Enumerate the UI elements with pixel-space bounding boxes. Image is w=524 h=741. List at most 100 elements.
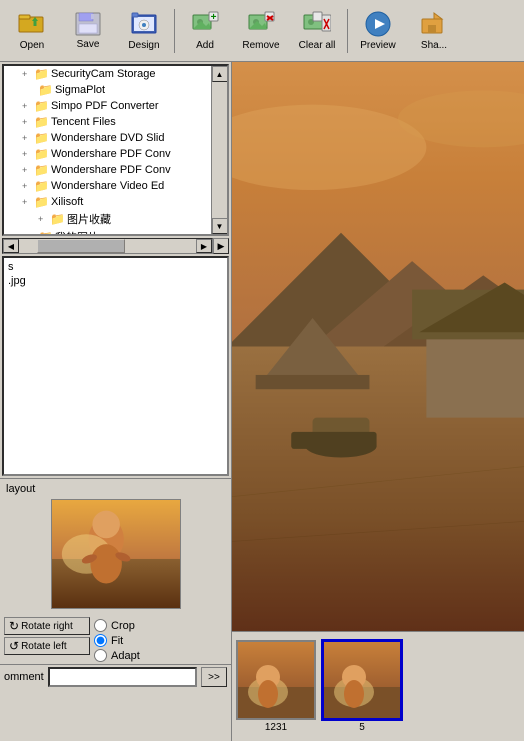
rotate-left-button[interactable]: ↺ Rotate left bbox=[4, 637, 90, 655]
fit-radio[interactable] bbox=[94, 634, 107, 647]
add-label: Add bbox=[196, 40, 214, 51]
expand-icon: + bbox=[22, 101, 34, 111]
share-icon bbox=[420, 11, 448, 40]
tree-hscroll[interactable]: ◀ ▶ bbox=[2, 238, 213, 254]
radio-adapt[interactable]: Adapt bbox=[94, 649, 140, 662]
share-button[interactable]: Sha... bbox=[406, 3, 462, 59]
remove-button[interactable]: Remove bbox=[233, 3, 289, 59]
tree-item-xilisoft[interactable]: + 📁 Xilisoft bbox=[4, 194, 211, 210]
expand-icon: + bbox=[22, 149, 34, 159]
tree-label: Wondershare DVD Slid bbox=[51, 132, 165, 144]
left-panel: + 📁 SecurityCam Storage 📁 SigmaPlot + 📁 … bbox=[0, 62, 232, 741]
layout-section: layout bbox=[0, 478, 231, 615]
tree-label: Wondershare PDF Conv bbox=[51, 148, 171, 160]
hscroll-thumb[interactable] bbox=[37, 239, 126, 253]
hscroll-right-btn[interactable]: ▶ bbox=[196, 239, 212, 253]
hscroll-track bbox=[19, 239, 196, 253]
vscroll-thumb[interactable] bbox=[212, 82, 228, 218]
hscroll-left-btn[interactable]: ◀ bbox=[3, 239, 19, 253]
svg-text:+: + bbox=[211, 12, 217, 23]
folder-icon: 📁 bbox=[50, 212, 65, 226]
comment-label: omment bbox=[4, 671, 44, 683]
save-button[interactable]: Save bbox=[60, 3, 116, 59]
open-button[interactable]: Open bbox=[4, 3, 60, 59]
separator-1 bbox=[174, 9, 175, 53]
clear-all-button[interactable]: Clear all bbox=[289, 3, 345, 59]
fit-label: Fit bbox=[111, 635, 123, 647]
folder-icon: 📁 bbox=[38, 83, 53, 97]
file-tree[interactable]: + 📁 SecurityCam Storage 📁 SigmaPlot + 📁 … bbox=[2, 64, 229, 236]
tree-item-pictures[interactable]: + 📁 图片收藏 bbox=[4, 210, 211, 228]
preview-label: Preview bbox=[360, 40, 396, 51]
share-label: Sha... bbox=[421, 40, 447, 51]
tree-expand-btn[interactable]: ▶ bbox=[213, 238, 229, 254]
tree-item-wondershare-video[interactable]: + 📁 Wondershare Video Ed bbox=[4, 178, 211, 194]
rotate-buttons: ↻ Rotate right ↺ Rotate left bbox=[4, 617, 90, 655]
file-item-label: .jpg bbox=[8, 275, 26, 287]
thumb-image-2 bbox=[322, 640, 402, 720]
file-item-jpg: .jpg bbox=[8, 274, 223, 288]
folder-icon: 📁 bbox=[34, 131, 49, 145]
rotate-right-button[interactable]: ↻ Rotate right bbox=[4, 617, 90, 635]
tree-item-securitycam[interactable]: + 📁 SecurityCam Storage bbox=[4, 66, 211, 82]
expand-icon: + bbox=[22, 197, 34, 207]
separator-2 bbox=[347, 9, 348, 53]
tree-label: Wondershare PDF Conv bbox=[51, 164, 171, 176]
preview-icon bbox=[364, 11, 392, 40]
file-item-s: s bbox=[8, 260, 223, 274]
thumbnail-strip: 1231 bbox=[232, 631, 524, 741]
crop-radio[interactable] bbox=[94, 619, 107, 632]
tree-label: SecurityCam Storage bbox=[51, 68, 156, 80]
tree-label: Xilisoft bbox=[51, 196, 83, 208]
thumbnail-item-2[interactable]: 5 bbox=[322, 640, 402, 733]
tree-label: SigmaPlot bbox=[55, 84, 105, 96]
file-list[interactable]: s .jpg bbox=[2, 256, 229, 476]
thumbnail-item-1[interactable]: 1231 bbox=[236, 640, 316, 733]
go-icon: >> bbox=[208, 672, 220, 683]
tree-item-simpo[interactable]: + 📁 Simpo PDF Converter bbox=[4, 98, 211, 114]
comment-input[interactable] bbox=[48, 667, 197, 687]
clear-all-icon bbox=[303, 11, 331, 40]
expand-icon: + bbox=[22, 133, 34, 143]
layout-label: layout bbox=[2, 481, 229, 497]
expand-icon: + bbox=[22, 117, 34, 127]
add-button[interactable]: + Add bbox=[177, 3, 233, 59]
preview-button[interactable]: Preview bbox=[350, 3, 406, 59]
expand-icon: + bbox=[22, 181, 34, 191]
folder-icon: 📁 bbox=[34, 195, 49, 209]
rotate-left-label: Rotate left bbox=[21, 641, 67, 652]
tree-label: Simpo PDF Converter bbox=[51, 100, 159, 112]
add-icon: + bbox=[191, 11, 219, 40]
folder-icon: 📁 bbox=[38, 230, 53, 236]
comment-go-button[interactable]: >> bbox=[201, 667, 227, 687]
save-icon bbox=[75, 12, 101, 39]
vscroll-down-btn[interactable]: ▼ bbox=[212, 218, 228, 234]
tree-item-mypictures[interactable]: 📁 我的图片 bbox=[4, 228, 211, 236]
tree-item-wondershare-pdf2[interactable]: + 📁 Wondershare PDF Conv bbox=[4, 162, 211, 178]
radio-crop[interactable]: Crop bbox=[94, 619, 140, 632]
folder-icon: 📁 bbox=[34, 115, 49, 129]
radio-fit[interactable]: Fit bbox=[94, 634, 140, 647]
tree-item-sigmaplot[interactable]: 📁 SigmaPlot bbox=[4, 82, 211, 98]
thumb-image-1 bbox=[236, 640, 316, 720]
adapt-radio[interactable] bbox=[94, 649, 107, 662]
thumb-inner-content bbox=[52, 500, 180, 608]
tree-label: 图片收藏 bbox=[67, 211, 111, 227]
rotate-right-label: Rotate right bbox=[21, 621, 73, 632]
tree-item-wondershare-dvd[interactable]: + 📁 Wondershare DVD Slid bbox=[4, 130, 211, 146]
tree-hscroll-area: ◀ ▶ ▶ bbox=[2, 238, 229, 254]
design-button[interactable]: Design bbox=[116, 3, 172, 59]
tree-item-wondershare-pdf1[interactable]: + 📁 Wondershare PDF Conv bbox=[4, 146, 211, 162]
toolbar: Open Save Design bbox=[0, 0, 524, 62]
open-label: Open bbox=[20, 40, 44, 51]
expand-icon: + bbox=[22, 69, 34, 79]
controls-area: ↻ Rotate right ↺ Rotate left Crop Fit bbox=[0, 615, 231, 664]
folder-icon: 📁 bbox=[34, 67, 49, 81]
vscroll-up-btn[interactable]: ▲ bbox=[212, 66, 228, 82]
tree-item-tencent[interactable]: + 📁 Tencent Files bbox=[4, 114, 211, 130]
save-label: Save bbox=[77, 39, 100, 50]
main-image-area bbox=[232, 62, 524, 631]
open-icon bbox=[18, 10, 46, 40]
rotate-left-icon: ↺ bbox=[9, 639, 19, 653]
tree-vscroll[interactable]: ▲ ▼ bbox=[211, 66, 227, 234]
